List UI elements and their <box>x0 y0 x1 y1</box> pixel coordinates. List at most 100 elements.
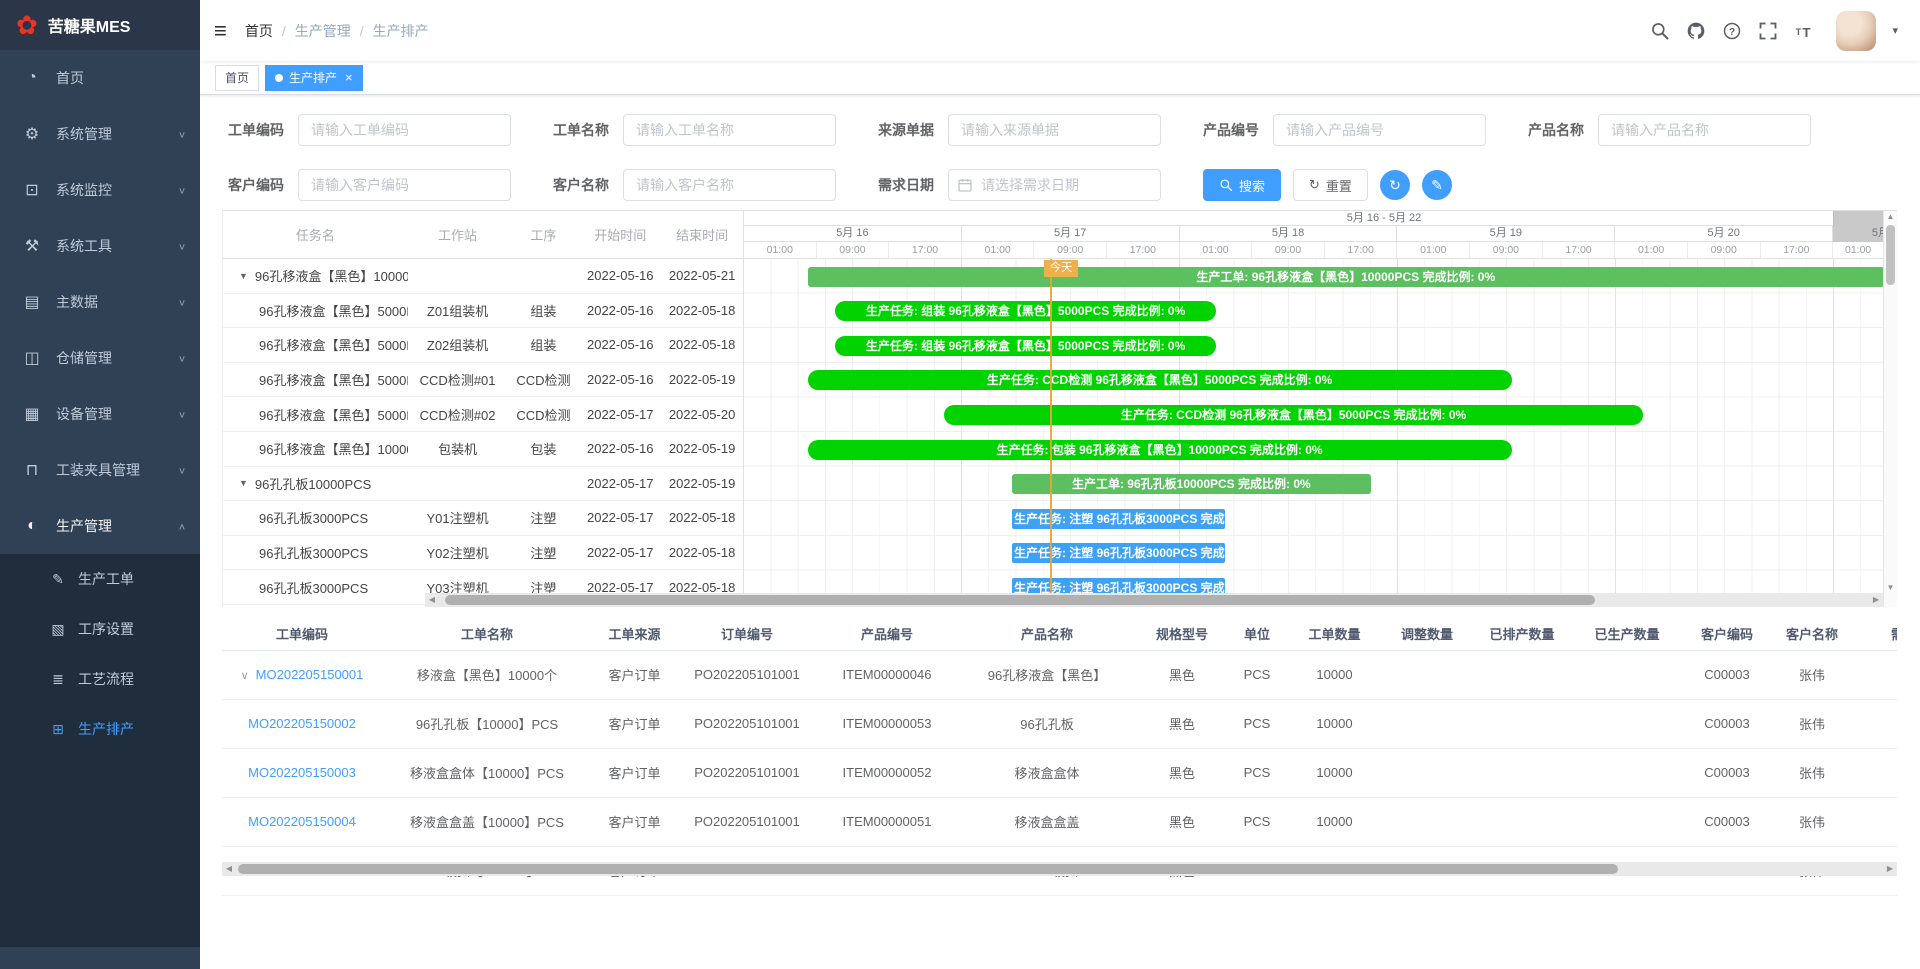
qty-cell: 10000 <box>1287 699 1382 748</box>
question-icon[interactable]: ? <box>1722 21 1742 41</box>
gantt-task-row[interactable]: ▼96孔移液盒【黑色】10000PCS2022-05-162022-05-21 <box>223 259 743 294</box>
submenu-item-2[interactable]: ▧工序设置 <box>0 604 200 654</box>
app-logo[interactable]: ✿ 苦糖果MES <box>0 0 200 50</box>
product_code-cell: ITEM00000052 <box>817 748 957 797</box>
sidebar-item-7[interactable]: ▦设备管理∨ <box>0 386 200 442</box>
order-code-link[interactable]: MO202205150004 <box>248 814 356 829</box>
column-header-6: 产品名称 <box>957 617 1137 650</box>
chevron-down-icon: ∨ <box>178 353 186 363</box>
scroll-left-icon[interactable]: ◀ <box>222 862 236 876</box>
sidebar-item-6[interactable]: ◫仓储管理∨ <box>0 330 200 386</box>
font-size-icon[interactable]: TT <box>1794 21 1814 41</box>
scroll-up-icon[interactable]: ▲ <box>1884 212 1897 221</box>
column-header-13: 客户编码 <box>1682 617 1772 650</box>
navbar-actions: ? TT ▾ <box>1650 11 1898 51</box>
task-name-cell: ▼96孔移液盒【黑色】10000PCS <box>223 266 408 285</box>
github-icon[interactable] <box>1686 21 1706 41</box>
close-icon[interactable]: × <box>345 70 353 85</box>
gantt-task-row[interactable]: 96孔移液盒【黑色】5000PCSCCD检测#01CCD检测2022-05-16… <box>223 363 743 398</box>
tab-home[interactable]: 首页 <box>215 65 259 91</box>
sidebar-item-4[interactable]: ⚒系统工具∨ <box>0 218 200 274</box>
search-button[interactable]: 搜索 <box>1203 169 1281 201</box>
gantt-order-bar[interactable]: 生产工单: 96孔移液盒【黑色】10000PCS 完成比例: 0% <box>808 267 1883 287</box>
gantt-vertical-scrollbar[interactable]: ▲ ▼ <box>1883 211 1897 607</box>
chevron-up-icon: ∧ <box>178 521 186 531</box>
filter-input-0[interactable] <box>298 114 511 146</box>
station-cell: Y02注塑机 <box>408 543 508 562</box>
gantt-task-bar[interactable]: 生产任务: 包装 96孔移液盒【黑色】10000PCS 完成比例: 0% <box>808 440 1512 460</box>
edit-button[interactable]: ✎ <box>1422 170 1452 200</box>
breadcrumb-item-3[interactable]: 生产排产 <box>373 21 429 41</box>
gantt-horizontal-scrollbar[interactable]: ◀ ▶ <box>425 593 1883 607</box>
gantt-task-bar[interactable]: 生产任务: 组装 96孔移液盒【黑色】5000PCS 完成比例: 0% <box>835 336 1217 356</box>
gantt-task-row[interactable]: 96孔孔板3000PCSY02注塑机注塑2022-05-172022-05-18 <box>223 536 743 571</box>
scroll-right-icon[interactable]: ▶ <box>1883 862 1897 876</box>
gantt-panel: 任务名工作站工序开始时间结束时间 ▼96孔移液盒【黑色】10000PCS2022… <box>222 210 1897 607</box>
order-code-link[interactable]: MO202205150003 <box>248 765 356 780</box>
submenu-item-3[interactable]: ≣工艺流程 <box>0 654 200 704</box>
user-avatar[interactable] <box>1836 11 1876 51</box>
sidebar-item-2[interactable]: ⚙系统管理∨ <box>0 106 200 162</box>
search-icon[interactable] <box>1650 21 1670 41</box>
gantt-task-row[interactable]: 96孔移液盒【黑色】5000PCSZ02组装机组装2022-05-162022-… <box>223 328 743 363</box>
triangle-down-icon[interactable]: ▼ <box>239 478 248 488</box>
order-code-link[interactable]: MO202205150002 <box>248 716 356 731</box>
gantt-task-bar[interactable]: 生产任务: 注塑 96孔孔板3000PCS 完成比例: 0% <box>1012 543 1225 563</box>
caret-down-icon[interactable]: ▾ <box>1892 24 1898 37</box>
gantt-task-bar[interactable]: 生产任务: 注塑 96孔孔板3000PCS 完成比例: 0% <box>1012 509 1225 529</box>
sidebar-item-5[interactable]: ▤主数据∨ <box>0 274 200 330</box>
submenu-item-4[interactable]: ⊞生产排产 <box>0 704 200 754</box>
gantt-order-bar[interactable]: 生产工单: 96孔孔板10000PCS 完成比例: 0% <box>1012 474 1371 494</box>
column-header-3: 工单来源 <box>592 617 677 650</box>
gantt-task-bar[interactable]: 生产任务: CCD检测 96孔移液盒【黑色】5000PCS 完成比例: 0% <box>944 405 1643 425</box>
filter-label: 产品编号 <box>1203 120 1259 140</box>
filter-input-1[interactable] <box>623 169 836 201</box>
gantt-task-row[interactable]: 96孔移液盒【黑色】10000PCS包装机包装2022-05-162022-05… <box>223 432 743 467</box>
triangle-down-icon[interactable]: ▼ <box>239 271 248 281</box>
task-name: 96孔移液盒【黑色】10000PCS <box>259 439 408 458</box>
task-name: 96孔移液盒【黑色】5000PCS <box>259 370 408 389</box>
tab-production-schedule[interactable]: 生产排产× <box>265 65 363 91</box>
submenu-item-1[interactable]: ✎生产工单 <box>0 554 200 604</box>
end-cell: 2022-05-19 <box>661 441 743 456</box>
column-header-12: 已生产数量 <box>1572 617 1682 650</box>
filter-input-0[interactable] <box>298 169 511 201</box>
input-wrapper <box>298 114 511 146</box>
scrollbar-thumb[interactable] <box>1886 225 1895 285</box>
gantt-hour-label: 17:00 <box>889 242 962 258</box>
scroll-down-icon[interactable]: ▼ <box>1884 583 1897 592</box>
demand-date-input[interactable] <box>948 169 1161 201</box>
sidebar-item-9[interactable]: ◐生产管理∧ <box>0 498 200 554</box>
table-horizontal-scrollbar[interactable]: ◀ ▶ <box>222 862 1897 876</box>
gantt-task-bar[interactable]: 生产任务: 注塑 96孔孔板3000PCS 完成比例: 0% <box>1012 578 1225 593</box>
gantt-task-row[interactable]: 96孔移液盒【黑色】5000PCSCCD检测#02CCD检测2022-05-17… <box>223 397 743 432</box>
reset-button[interactable]: ↻重置 <box>1293 169 1368 201</box>
gantt-task-bar[interactable]: 生产任务: 组装 96孔移液盒【黑色】5000PCS 完成比例: 0% <box>835 301 1217 321</box>
filter-input-4[interactable] <box>1598 114 1811 146</box>
fullscreen-icon[interactable] <box>1758 21 1778 41</box>
sidebar-item-1[interactable]: ◔首页 <box>0 50 200 106</box>
today-marker: 今天 <box>1044 260 1078 277</box>
gantt-task-bar[interactable]: 生产任务: CCD检测 96孔移液盒【黑色】5000PCS 完成比例: 0% <box>808 370 1512 390</box>
scroll-left-icon[interactable]: ◀ <box>425 593 439 607</box>
filter-input-3[interactable] <box>1273 114 1486 146</box>
scrollbar-thumb[interactable] <box>445 595 1595 605</box>
sidebar-item-3[interactable]: ⊡系统监控∨ <box>0 162 200 218</box>
station-cell: Z01组装机 <box>408 301 508 320</box>
filter-input-2[interactable] <box>948 114 1161 146</box>
filter-input-1[interactable] <box>623 114 836 146</box>
scroll-right-icon[interactable]: ▶ <box>1869 593 1883 607</box>
task-name-cell: 96孔移液盒【黑色】5000PCS <box>223 335 408 354</box>
sidebar-collapse-icon[interactable]: ≡ <box>214 20 227 42</box>
refresh-gantt-button[interactable]: ↻ <box>1380 170 1410 200</box>
name-cell: 96孔孔板【10000】PCS <box>382 699 592 748</box>
scrollbar-thumb[interactable] <box>238 864 1618 874</box>
order-code-link[interactable]: MO202205150001 <box>256 667 364 682</box>
gantt-task-row[interactable]: 96孔移液盒【黑色】5000PCSZ01组装机组装2022-05-162022-… <box>223 294 743 329</box>
breadcrumb-item-2[interactable]: 生产管理 <box>295 21 351 41</box>
gantt-task-row[interactable]: ▼96孔孔板10000PCS2022-05-172022-05-19 <box>223 467 743 502</box>
expand-chevron-icon[interactable]: ∨ <box>241 670 249 682</box>
process-cell: 注塑 <box>507 508 579 527</box>
gantt-task-row[interactable]: 96孔孔板3000PCSY01注塑机注塑2022-05-172022-05-18 <box>223 501 743 536</box>
sidebar-item-8[interactable]: ⊓工装夹具管理∨ <box>0 442 200 498</box>
